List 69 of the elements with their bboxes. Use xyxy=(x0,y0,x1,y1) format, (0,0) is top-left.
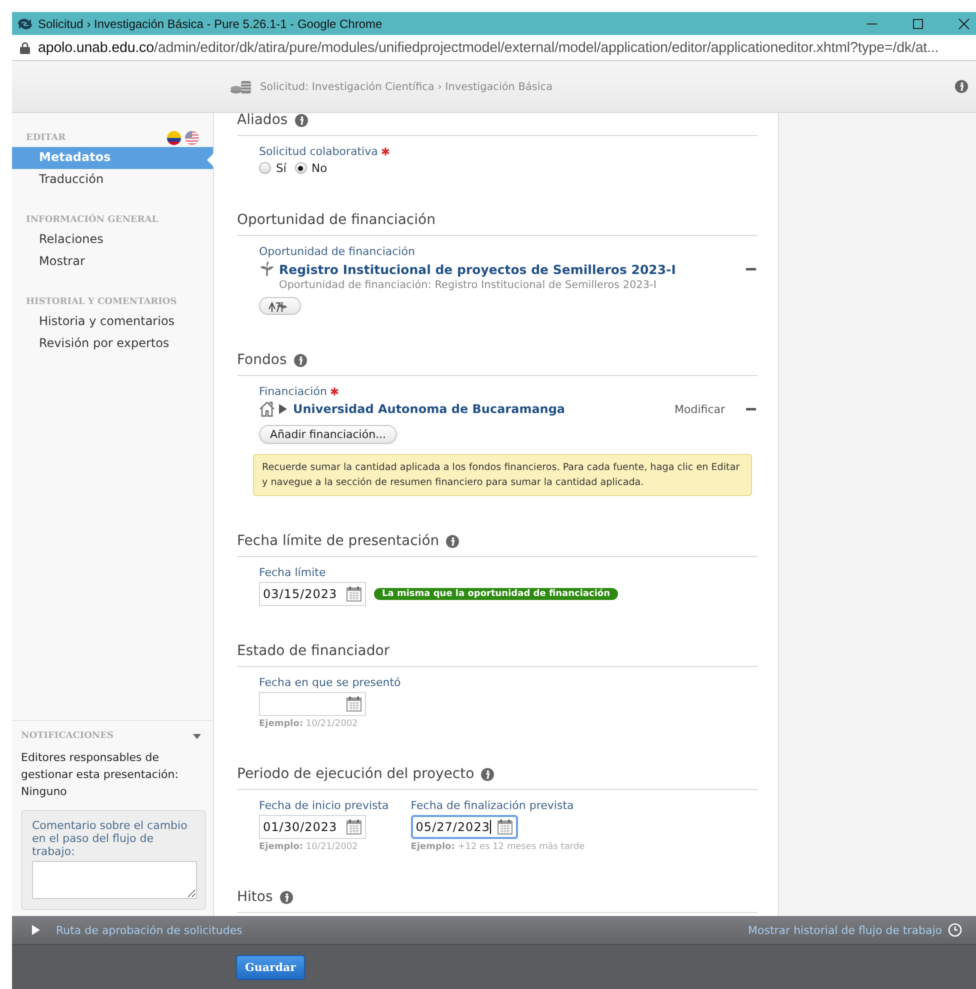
field-label: Solicitud colaborativa xyxy=(259,145,378,158)
date-field[interactable]: 01/30/2023 xyxy=(259,815,366,839)
field-label: Financiación xyxy=(259,385,327,398)
comment-label: Comentario sobre el cambio en el paso del flujo de trabajo: xyxy=(32,819,188,858)
section-title: Hitos xyxy=(237,888,273,907)
close-icon[interactable] xyxy=(958,18,970,30)
radio-label[interactable]: Sí xyxy=(276,161,286,175)
remove-icon[interactable] xyxy=(746,408,756,410)
section-title: Oportunidad de financiación xyxy=(237,211,436,230)
notice-message: Recuerde sumar la cantidad aplicada a los fondos financieros. Para cada fuente, haga clic en Editar y navegue a la sección de resumen financiero para sumar la cantidad aplicada. xyxy=(253,454,752,496)
field-label: Fecha límite xyxy=(259,566,326,579)
address-bar[interactable]: apolo.unab.edu.co/admin/editor/dk/atira/pure/modules/unifiedprojectmodel/external/model/application/editor/applicationeditor.xhtml?type=/dk/at... xyxy=(38,40,939,56)
status-badge: La misma que la oportunidad de financiación xyxy=(374,588,618,600)
expand-arrow-icon xyxy=(32,925,40,935)
comment-field[interactable] xyxy=(32,861,197,899)
history-icon xyxy=(948,923,962,937)
modify-link[interactable]: Modificar xyxy=(674,402,725,416)
calendar-icon xyxy=(346,819,362,835)
section-title: Fecha límite de presentación xyxy=(237,532,440,551)
section-title: Estado de financiador xyxy=(237,642,390,661)
date-field[interactable] xyxy=(259,692,366,716)
collapse-arrow-icon[interactable] xyxy=(193,734,201,738)
sprout-icon xyxy=(259,261,275,277)
coins-icon xyxy=(230,80,252,94)
date-field[interactable]: 03/15/2023 xyxy=(259,582,366,606)
info-icon[interactable] xyxy=(955,80,968,93)
funder-link[interactable]: Universidad Autonoma de Bucaramanga xyxy=(293,402,566,416)
example-hint: Ejemplo: 10/21/2002 xyxy=(259,842,358,852)
field-label: Fecha en que se presentó xyxy=(259,676,401,689)
radio-button[interactable] xyxy=(259,162,271,174)
calendar-icon xyxy=(346,586,362,602)
breadcrumb: Solicitud: Investigación Científica › Investigación Básica xyxy=(260,80,554,92)
sidebar-item[interactable]: Traducción xyxy=(12,169,213,191)
swap-button[interactable] xyxy=(259,297,301,315)
example-hint: Ejemplo: +12 es 12 meses más tarde xyxy=(410,842,585,852)
language-flags[interactable] xyxy=(167,131,199,145)
calendar-icon xyxy=(496,819,513,835)
section-heading: NOTIFICACIONES xyxy=(21,731,114,741)
example-hint: Ejemplo: 10/21/2002 xyxy=(259,719,358,729)
field-label: Fecha de inicio prevista xyxy=(259,799,389,812)
maximize-icon[interactable] xyxy=(912,18,924,30)
field-label: Fecha de finalización prevista xyxy=(410,799,574,812)
sidebar-item[interactable]: Relaciones xyxy=(12,229,213,251)
sidebar-item[interactable]: Revisión por expertos xyxy=(12,333,213,355)
date-field[interactable]: 05/27/2023 xyxy=(410,815,518,839)
notification-text: Editores responsables de gestionar esta presentación: Ninguno xyxy=(20,750,180,800)
section-title: Aliados xyxy=(237,113,288,130)
save-button[interactable]: Guardar xyxy=(236,954,305,980)
lock-icon xyxy=(20,42,30,54)
opportunity-detail: Oportunidad de financiación: Registro Institucional de Semilleros 2023-I xyxy=(278,279,656,291)
sidebar-item[interactable]: Mostrar xyxy=(12,251,213,273)
radio-label[interactable]: No xyxy=(312,161,328,175)
sidebar-item[interactable]: Historia y comentarios xyxy=(12,311,213,333)
section-title: Periodo de ejecución del proyecto xyxy=(237,765,474,784)
field-label: Oportunidad de financiación xyxy=(259,245,415,258)
section-heading: INFORMACIÓN GENERAL xyxy=(26,215,158,225)
opportunity-link[interactable]: Registro Institucional de proyectos de Semilleros 2023-I xyxy=(279,262,676,276)
section-heading: HISTORIAL Y COMENTARIOS xyxy=(26,297,177,307)
home-icon xyxy=(259,401,275,417)
section-heading: EDITAR xyxy=(26,133,66,143)
colombia-flag-icon xyxy=(167,131,181,145)
expand-arrow-icon xyxy=(279,404,287,414)
section-title: Fondos xyxy=(237,351,287,370)
calendar-icon xyxy=(346,696,362,712)
remove-icon[interactable] xyxy=(746,268,756,270)
app-logo-icon xyxy=(16,16,34,30)
radio-button[interactable] xyxy=(294,162,306,174)
add-funding-button[interactable]: Añadir financiación... xyxy=(259,425,398,444)
window-title: Solicitud › Investigación Básica - Pure 5.26.1-1 - Google Chrome xyxy=(38,16,384,30)
